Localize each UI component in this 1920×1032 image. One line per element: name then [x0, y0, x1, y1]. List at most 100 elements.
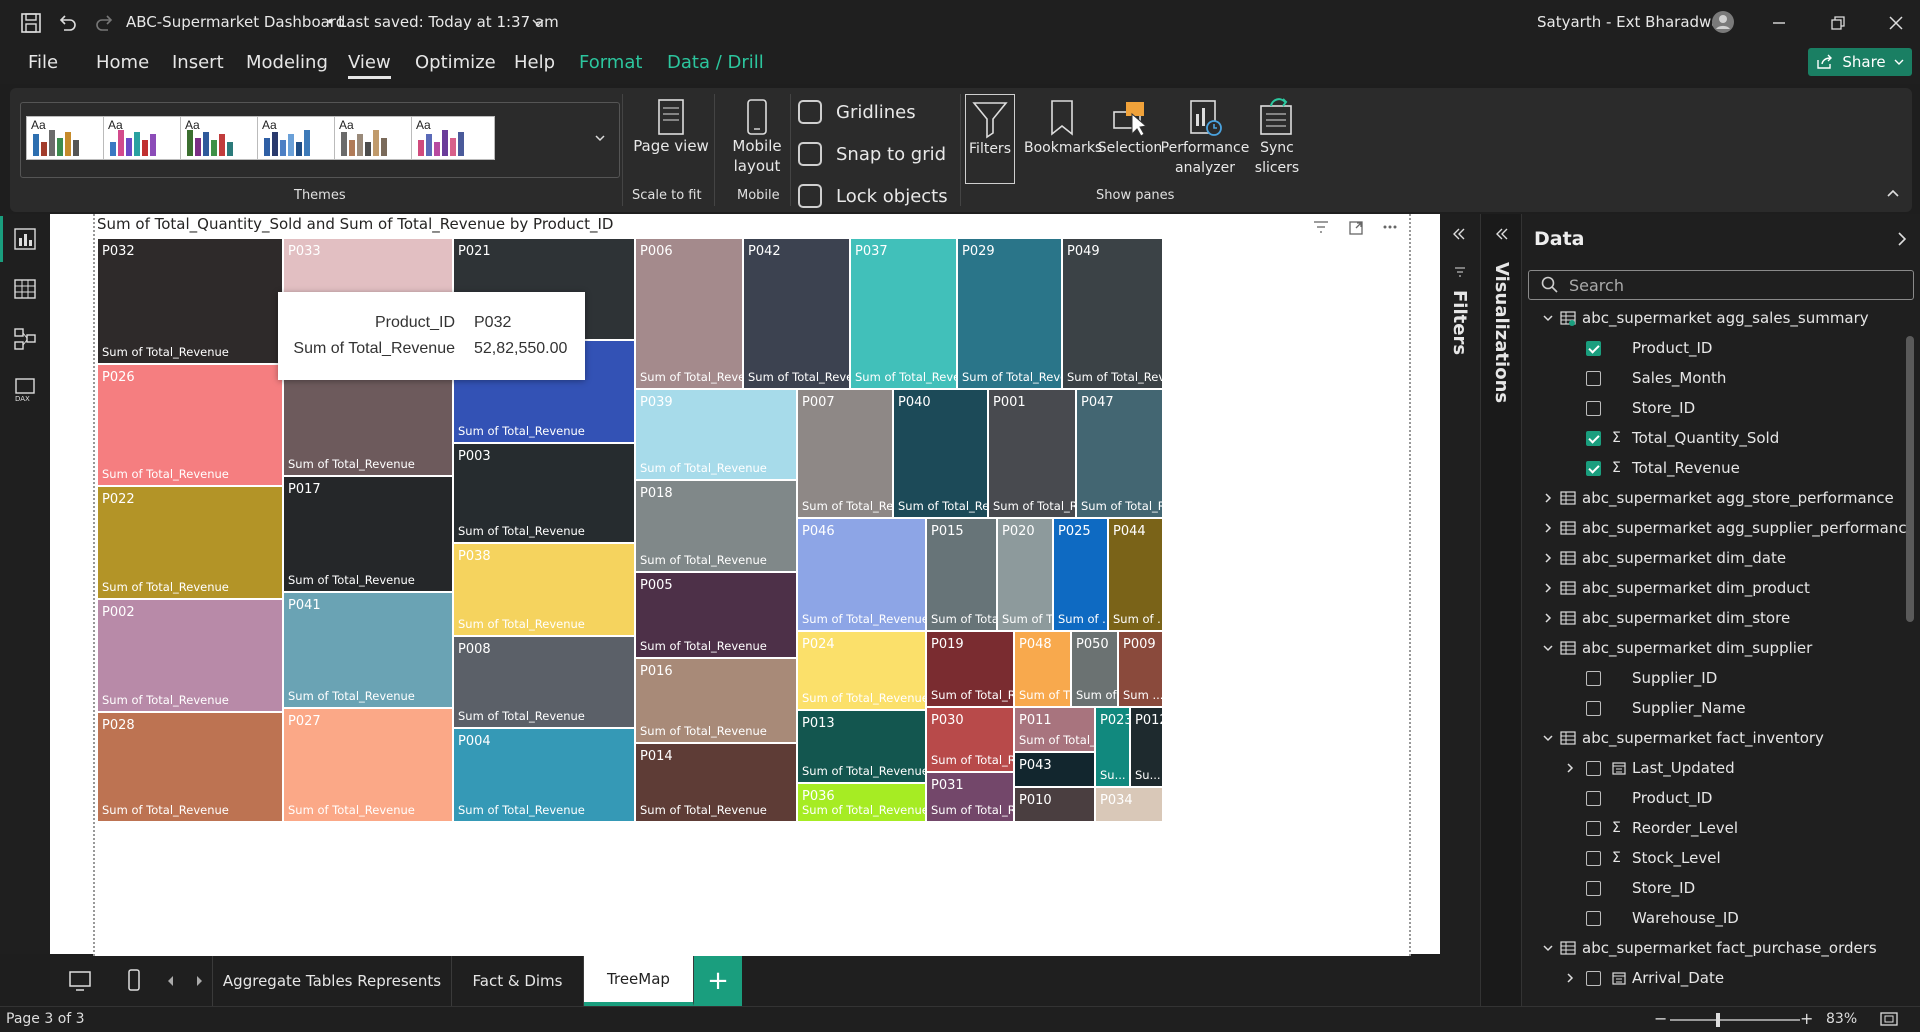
mobile-layout-icon[interactable] — [126, 968, 142, 992]
gridlines-checkbox-box[interactable] — [798, 100, 822, 124]
chevron-right-icon[interactable] — [1542, 552, 1554, 564]
field-row[interactable]: Σ Stock_Level — [1522, 844, 1906, 872]
field-table-row[interactable]: abc_supermarket fact_purchase_orders — [1522, 934, 1906, 962]
data-search-input[interactable]: Search — [1528, 270, 1914, 300]
treemap-tile[interactable]: P008 Sum of Total_Revenue — [453, 636, 635, 728]
treemap-tile[interactable]: P011 Sum of Total_... — [1014, 707, 1095, 752]
treemap-tile[interactable]: P022 Sum of Total_Revenue — [97, 486, 283, 599]
tab-treemap[interactable]: TreeMap — [584, 956, 694, 1006]
desktop-layout-icon[interactable] — [68, 970, 92, 992]
field-row[interactable]: Product_ID — [1522, 784, 1906, 812]
field-checkbox[interactable] — [1586, 820, 1601, 836]
treemap-tile[interactable]: P010 — [1014, 787, 1095, 822]
menu-help[interactable]: Help — [514, 52, 555, 73]
previous-page-icon[interactable] — [166, 975, 176, 987]
menu-modeling[interactable]: Modeling — [246, 52, 328, 73]
themes-more-chevron-icon[interactable] — [594, 134, 606, 144]
field-row[interactable]: Supplier_Name — [1522, 694, 1906, 722]
field-table-row[interactable]: abc_supermarket agg_supplier_performance — [1522, 514, 1906, 542]
treemap-tile[interactable]: P044 Sum of ... — [1108, 518, 1163, 631]
menu-file[interactable]: File — [28, 52, 58, 73]
treemap-tile[interactable]: P024 Sum of Total_Revenue — [797, 631, 926, 710]
field-row[interactable]: Arrival_Date — [1522, 964, 1906, 992]
treemap-tile[interactable]: P018 Sum of Total_Revenue — [635, 480, 797, 572]
field-checkbox[interactable] — [1586, 430, 1601, 446]
bookmarks-pane-button[interactable]: Bookmarks — [1024, 98, 1102, 158]
field-checkbox[interactable] — [1586, 910, 1601, 926]
treemap-tile[interactable]: P038 Sum of Total_Revenue — [453, 543, 635, 636]
field-checkbox[interactable] — [1586, 790, 1601, 806]
treemap-tile[interactable]: P016 Sum of Total_Revenue — [635, 658, 797, 743]
chevron-down-icon[interactable] — [1542, 942, 1554, 954]
field-table-row[interactable]: abc_supermarket dim_date — [1522, 544, 1906, 572]
filters-pane-button[interactable]: Filters — [965, 94, 1015, 184]
zoom-in-button[interactable]: + — [1800, 1009, 1813, 1028]
field-row[interactable]: Store_ID — [1522, 394, 1906, 422]
chevron-right-icon[interactable] — [1542, 612, 1554, 624]
treemap-tile[interactable]: P003 Sum of Total_Revenue — [453, 443, 635, 543]
field-checkbox[interactable] — [1586, 970, 1601, 986]
add-page-button[interactable]: + — [694, 956, 742, 1006]
treemap-tile[interactable]: P032 Sum of Total_Revenue — [97, 238, 283, 364]
treemap-tile[interactable]: P023 Su... — [1095, 707, 1130, 787]
treemap-tile[interactable]: P006 Sum of Total_Revenue — [635, 238, 743, 389]
theme-swatch[interactable]: Aa — [257, 116, 341, 160]
performance-analyzer-button[interactable]: Performance analyzer — [1160, 98, 1250, 178]
treemap-tile[interactable]: P015 Sum of Tota... — [926, 518, 997, 631]
snap-to-grid-checkbox[interactable]: Snap to grid — [798, 142, 946, 166]
field-row[interactable]: Last_Updated — [1522, 754, 1906, 782]
chevron-down-icon[interactable] — [532, 18, 544, 28]
treemap-tile[interactable]: P036 Sum of Total_Revenue — [797, 783, 926, 822]
treemap-tile[interactable]: P037 Sum of Total_Revenue — [850, 238, 957, 389]
zoom-slider[interactable] — [1670, 1019, 1800, 1021]
filters-pane-collapsed[interactable]: Filters — [1440, 214, 1480, 956]
field-checkbox[interactable] — [1586, 340, 1601, 356]
treemap-tile[interactable]: P046 Sum of Total_Revenue — [797, 518, 926, 631]
field-row[interactable]: Σ Total_Revenue — [1522, 454, 1906, 482]
treemap-tile[interactable]: P026 Sum of Total_Revenue — [97, 364, 283, 486]
page-view-button[interactable]: Page view — [632, 98, 710, 156]
save-icon[interactable] — [20, 12, 42, 34]
treemap-tile[interactable]: P001 Sum of Total_Re... — [988, 389, 1076, 518]
field-table-row[interactable]: abc_supermarket fact_inventory — [1522, 724, 1906, 752]
treemap-tile[interactable]: P050 Sum of... — [1071, 631, 1118, 707]
treemap-tile[interactable]: P002 Sum of Total_Revenue — [97, 599, 283, 712]
treemap-tile[interactable]: P012 Su... — [1130, 707, 1163, 787]
field-row[interactable]: Σ Reorder_Level — [1522, 814, 1906, 842]
menu-format[interactable]: Format — [579, 52, 642, 73]
undo-icon[interactable] — [56, 12, 78, 34]
collapse-data-pane-chevron-icon[interactable] — [1896, 232, 1908, 246]
visual-filter-icon[interactable] — [1313, 220, 1329, 234]
field-table-row[interactable]: abc_supermarket dim_product — [1522, 574, 1906, 602]
selection-pane-button[interactable]: Selection — [1094, 98, 1166, 158]
treemap-tile[interactable]: P043 — [1014, 752, 1095, 787]
field-checkbox[interactable] — [1586, 760, 1601, 776]
expand-visualizations-chevron-icon[interactable] — [1495, 228, 1509, 240]
more-options-icon[interactable] — [1382, 223, 1398, 231]
treemap-tile[interactable]: P048 Sum of T... — [1014, 631, 1071, 707]
theme-swatch[interactable]: Aa — [180, 116, 264, 160]
menu-optimize[interactable]: Optimize — [415, 52, 496, 73]
gridlines-checkbox[interactable]: Gridlines — [798, 100, 916, 124]
treemap-tile[interactable]: P029 Sum of Total_Reven... — [957, 238, 1062, 389]
report-view-icon[interactable] — [12, 226, 38, 252]
sync-slicers-button[interactable]: Sync slicers — [1246, 98, 1308, 178]
visualizations-pane-collapsed[interactable]: Visualizations — [1480, 214, 1522, 1006]
dax-query-view-icon[interactable]: DAX — [12, 376, 38, 402]
treemap-tile[interactable]: P034 — [1095, 787, 1163, 822]
field-table-row[interactable]: abc_supermarket agg_store_performance — [1522, 484, 1906, 512]
menu-data-drill[interactable]: Data / Drill — [667, 52, 764, 73]
chevron-right-icon[interactable] — [1542, 582, 1554, 594]
lock-objects-checkbox-box[interactable] — [798, 184, 822, 208]
field-row[interactable]: Product_ID — [1522, 334, 1906, 362]
collapse-ribbon-chevron-up-icon[interactable] — [1886, 188, 1900, 198]
focus-mode-icon[interactable] — [1348, 220, 1364, 236]
field-row[interactable]: Store_ID — [1522, 874, 1906, 902]
theme-swatch[interactable]: Aa — [26, 116, 110, 160]
zoom-out-button[interactable]: − — [1654, 1009, 1667, 1028]
chevron-down-icon[interactable] — [1542, 732, 1554, 744]
field-table-row[interactable]: abc_supermarket dim_supplier — [1522, 634, 1906, 662]
field-table-row[interactable]: abc_supermarket agg_sales_summary — [1522, 304, 1906, 332]
field-row[interactable]: Supplier_ID — [1522, 664, 1906, 692]
tab-fact-dims[interactable]: Fact & Dims — [452, 956, 584, 1006]
